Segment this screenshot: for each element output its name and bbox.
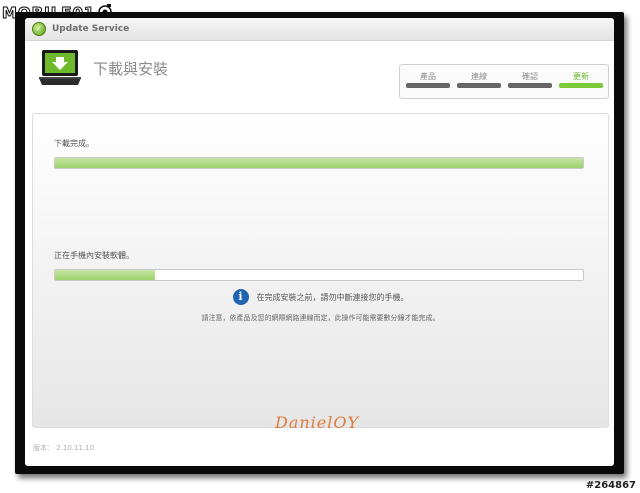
laptop-download-icon (39, 50, 81, 85)
info-message: 在完成安裝之前，請勿中斷連接您的手機。 (256, 292, 409, 302)
update-service-icon: ✓ (32, 22, 46, 36)
install-progress-fill (55, 270, 156, 280)
title-bar[interactable]: ✓ Update Service (25, 18, 614, 41)
window-frame: ✓ Update Service 下載與安裝 產品 連線 確認 更新 下載完成。… (15, 12, 624, 474)
content-panel: 下載完成。 正在手機內安裝軟體。 i 在完成安裝之前，請勿中斷連接您的手機。 請… (32, 113, 609, 428)
step-label: 產品 (420, 72, 436, 81)
download-progress-bar (54, 157, 584, 169)
step-label: 連線 (471, 72, 487, 81)
install-progress-bar (54, 269, 584, 281)
step-connect: 連線 (457, 65, 501, 98)
install-status-text: 正在手機內安裝軟體。 (54, 251, 134, 260)
download-status-text: 下載完成。 (54, 139, 94, 148)
step-bar (406, 83, 450, 88)
app-title: Update Service (52, 24, 130, 34)
step-label: 更新 (573, 72, 589, 81)
page-title: 下載與安裝 (93, 60, 169, 78)
step-bar (457, 83, 501, 88)
download-progress-fill (55, 158, 583, 168)
step-label: 確認 (522, 72, 538, 81)
update-service-window: ✓ Update Service 下載與安裝 產品 連線 確認 更新 下載完成。… (25, 18, 614, 466)
image-id-watermark: #264867 (585, 480, 636, 491)
info-icon: i (232, 289, 249, 305)
step-bar (508, 83, 552, 88)
info-row: i 在完成安裝之前，請勿中斷連接您的手機。 (33, 289, 608, 305)
note-text: 請注意，依產品及您的網際網路連線而定，此操作可能需要數分鐘才能完成。 (201, 314, 440, 322)
step-update: 更新 (559, 65, 603, 98)
step-product: 產品 (406, 65, 450, 98)
signature-watermark: DanielOY (275, 413, 360, 432)
step-bar (559, 83, 603, 88)
step-indicator: 產品 連線 確認 更新 (399, 64, 609, 99)
step-confirm: 確認 (508, 65, 552, 98)
version-text: 版本： 2.10.11.10 (33, 444, 95, 452)
